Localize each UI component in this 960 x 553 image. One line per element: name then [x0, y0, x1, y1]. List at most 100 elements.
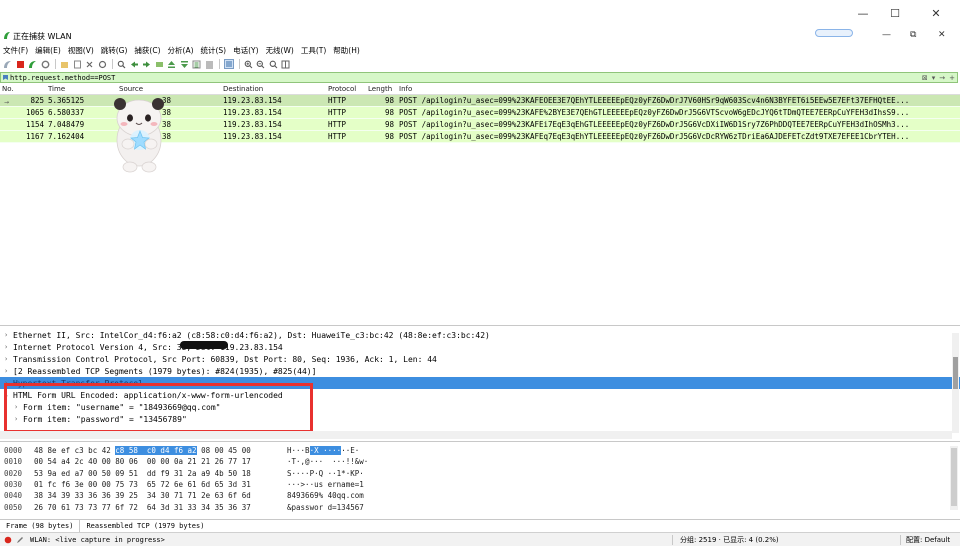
tree-row-ipv4[interactable]: › Internet Protocol Version 4, Src: 38, D… [0, 341, 960, 353]
packet-length: 98 [384, 120, 394, 129]
hex-row[interactable]: 0020 53 9a ed a7 00 50 09 51 dd f9 31 2a… [0, 468, 960, 479]
byte-view-tabs: Frame (98 bytes) Reassembled TCP (1979 b… [0, 519, 960, 532]
restart-capture-icon[interactable] [27, 59, 38, 70]
menu-edit[interactable]: 编辑(E) [32, 45, 65, 56]
profile-text[interactable]: 配置: Default [906, 535, 950, 545]
display-filter-bar: ⊠ ▾ → + [0, 72, 958, 83]
hex-ascii: H···B [287, 446, 310, 456]
packet-length: 98 [384, 96, 394, 105]
find-packet-icon[interactable] [116, 59, 127, 70]
capture-options-icon[interactable] [40, 59, 51, 70]
packet-protocol: HTTP [328, 132, 347, 141]
capture-comment-icon[interactable] [16, 536, 24, 544]
go-last-icon[interactable] [179, 59, 190, 70]
maximize-button[interactable]: ☐ [885, 6, 905, 20]
hex-ascii-highlight: ·X ···· [309, 446, 342, 456]
packet-info: POST /apilogin?u_asec=099%23KAFEi7EqE3qE… [399, 120, 910, 129]
title-search-pill[interactable] [815, 29, 853, 37]
save-file-icon[interactable] [72, 59, 83, 70]
zoom-out-icon[interactable] [255, 59, 266, 70]
col-header-protocol[interactable]: Protocol [326, 85, 366, 93]
start-capture-icon[interactable] [2, 59, 13, 70]
mdi-close-button[interactable]: ✕ [938, 30, 946, 40]
tree-row-reassembled[interactable]: › [2 Reassembled TCP Segments (1979 bytes… [0, 365, 960, 377]
mdi-minimize-button[interactable]: — [882, 30, 891, 40]
col-header-length[interactable]: Length [366, 85, 397, 93]
col-header-destination[interactable]: Destination [221, 85, 326, 93]
hex-bytes: 38 34 39 33 36 36 39 25 34 30 71 71 2e 6… [34, 491, 251, 501]
go-to-packet-icon[interactable] [154, 59, 165, 70]
panda-sticker-image [114, 98, 164, 173]
expand-arrow-icon[interactable]: › [4, 355, 13, 363]
autoscroll-icon[interactable] [191, 59, 202, 70]
menu-telephony[interactable]: 电话(Y) [230, 45, 262, 56]
colorize-icon[interactable] [204, 59, 215, 70]
hex-offset: 0010 [4, 457, 23, 467]
packet-protocol: HTTP [328, 108, 347, 117]
open-file-icon[interactable] [59, 59, 70, 70]
hex-bytes: 01 fc f6 3e 00 00 75 73 65 72 6e 61 6d 6… [34, 480, 251, 490]
expand-arrow-icon[interactable]: › [4, 367, 13, 375]
resize-columns-icon[interactable] [280, 59, 291, 70]
menu-statistics[interactable]: 统计(S) [198, 45, 231, 56]
clear-filter-icon[interactable]: ⊠ [920, 74, 930, 82]
details-vertical-scrollbar[interactable] [952, 333, 959, 433]
minimize-button[interactable]: — [853, 6, 873, 20]
packet-info: POST /apilogin?u_asec=099%23KAFE%2BYE3E7… [399, 108, 910, 117]
col-header-time[interactable]: Time [46, 85, 117, 93]
expand-arrow-icon[interactable]: › [4, 331, 13, 339]
bytes-vertical-scrollbar[interactable] [950, 446, 958, 510]
tree-row-tcp[interactable]: › Transmission Control Protocol, Src Port… [0, 353, 960, 365]
reload-icon[interactable] [97, 59, 108, 70]
mdi-restore-button[interactable]: ⧉ [910, 30, 916, 40]
tab-reassembled-tcp[interactable]: Reassembled TCP (1979 bytes) [80, 520, 210, 532]
menu-capture[interactable]: 捕获(C) [131, 45, 164, 56]
expand-arrow-icon[interactable]: › [4, 343, 13, 351]
menu-help[interactable]: 帮助(H) [330, 45, 364, 56]
hex-offset: 0040 [4, 491, 23, 501]
col-header-no[interactable]: No. [0, 85, 46, 93]
hex-ascii: ···>··us ername=1 [287, 480, 364, 490]
hex-row[interactable]: 0000 48 8e ef c3 bc 42 c8 58 c0 d4 f6 a2… [0, 445, 960, 456]
zoom-in-icon[interactable] [243, 59, 254, 70]
menu-file[interactable]: 文件(F) [0, 45, 32, 56]
hex-row[interactable]: 0030 01 fc f6 3e 00 00 75 73 65 72 6e 61… [0, 479, 960, 490]
hex-row[interactable]: 0010 00 54 a4 2c 40 00 80 06 00 00 0a 21… [0, 456, 960, 467]
go-first-icon[interactable] [166, 59, 177, 70]
apply-filter-icon[interactable]: → [937, 74, 947, 82]
list-view-icon[interactable] [223, 59, 234, 70]
display-filter-input[interactable] [1, 73, 920, 82]
menu-analyze[interactable]: 分析(A) [165, 45, 198, 56]
close-button[interactable]: ✕ [926, 6, 946, 20]
close-file-icon[interactable] [84, 59, 95, 70]
menu-tools[interactable]: 工具(T) [298, 45, 330, 56]
menu-wireless[interactable]: 无线(W) [263, 45, 298, 56]
tree-row-label: Ethernet II, Src: IntelCor_d4:f6:a2 (c8:… [13, 330, 490, 340]
tree-row-label: [2 Reassembled TCP Segments (1979 bytes)… [13, 366, 317, 376]
capture-status-text: WLAN: <live capture in progress> [30, 535, 165, 544]
go-forward-icon[interactable] [141, 59, 152, 70]
col-header-source[interactable]: Source [117, 85, 221, 93]
hex-row[interactable]: 0040 38 34 39 33 36 36 39 25 34 30 71 71… [0, 490, 960, 501]
hex-bytes: 00 54 a4 2c 40 00 80 06 00 00 0a 21 21 2… [34, 457, 251, 467]
tree-row-label: Internet Protocol Version 4, Src: 38, Ds… [13, 342, 283, 352]
tree-row-ethernet[interactable]: › Ethernet II, Src: IntelCor_d4:f6:a2 (c8… [0, 329, 960, 341]
filter-dropdown-icon[interactable]: ▾ [930, 74, 938, 82]
tab-frame-bytes[interactable]: Frame (98 bytes) [0, 519, 81, 532]
menu-bar: 文件(F) 编辑(E) 视图(V) 跳转(G) 捕获(C) 分析(A) 统计(S… [0, 44, 960, 56]
bookmark-icon[interactable] [2, 74, 9, 81]
packet-count-text: 分组: 2519 · 已显示: 4 (0.2%) [680, 535, 779, 544]
hex-offset: 0000 [4, 446, 23, 456]
zoom-reset-icon[interactable] [268, 59, 279, 70]
details-horizontal-scrollbar[interactable] [0, 431, 952, 439]
hex-row[interactable]: 0050 26 70 61 73 73 77 6f 72 64 3d 31 33… [0, 501, 960, 512]
col-header-info[interactable]: Info [397, 85, 960, 93]
add-filter-button-icon[interactable]: + [947, 74, 957, 82]
menu-go[interactable]: 跳转(G) [98, 45, 132, 56]
go-back-icon[interactable] [129, 59, 140, 70]
expert-info-icon[interactable] [4, 536, 12, 544]
stop-capture-icon[interactable] [15, 59, 26, 70]
menu-view[interactable]: 视图(V) [65, 45, 98, 56]
annotation-red-box [4, 383, 313, 433]
packet-info: POST /apilogin?u_asec=099%23KAFEq7EqE3qE… [399, 132, 910, 141]
